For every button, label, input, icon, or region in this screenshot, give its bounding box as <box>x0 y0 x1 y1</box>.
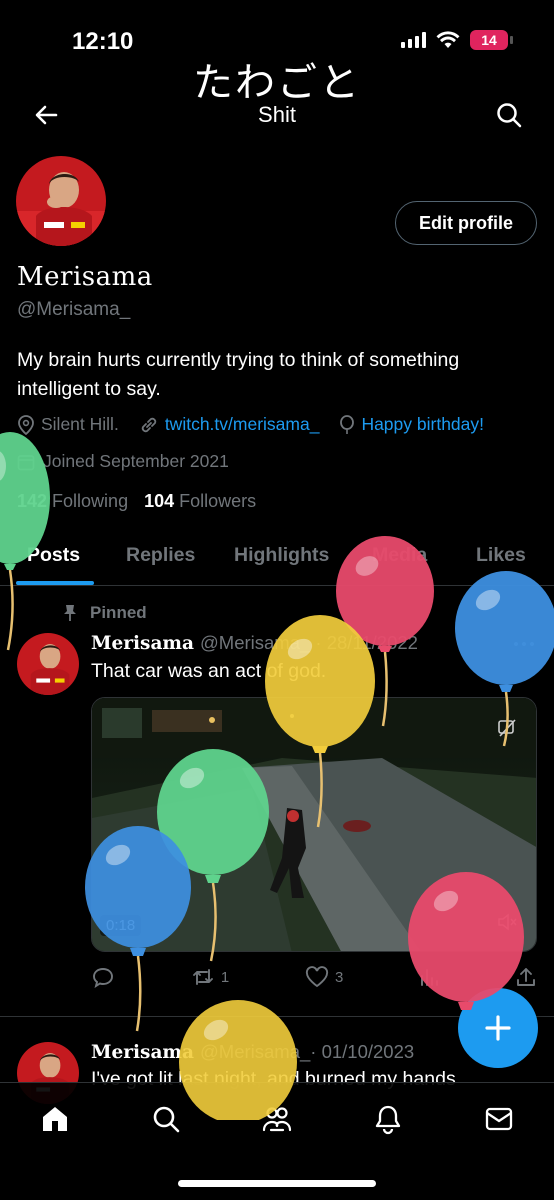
video-duration: 0:18 <box>100 915 142 936</box>
reply-icon <box>93 968 113 988</box>
active-tab-indicator <box>16 581 94 585</box>
tab-posts[interactable]: Posts <box>27 544 80 567</box>
compose-button[interactable] <box>458 988 538 1068</box>
post-date[interactable]: · 01/10/2023 <box>310 1041 414 1062</box>
pin-icon <box>64 605 76 621</box>
post-author-name[interactable]: Merisama <box>91 633 194 654</box>
like-button[interactable]: 3 <box>305 966 343 988</box>
search-icon[interactable] <box>494 100 524 130</box>
status-icons: 14 <box>401 30 513 50</box>
profile-handle: @Merisama_ <box>17 299 131 320</box>
wifi-icon <box>436 31 460 48</box>
post-header: Merisama @Merisama_ · 28/11/2022 <box>91 632 418 654</box>
post-text: That car was an act of god. <box>91 660 327 682</box>
profile-tabs: Posts Replies Highlights Media Likes <box>0 530 554 586</box>
location-text: Silent Hill. <box>41 414 119 434</box>
profile-bio: My brain hurts currently trying to think… <box>17 349 460 400</box>
home-icon[interactable] <box>39 1103 71 1135</box>
joined-text: Joined September 2021 <box>43 451 229 471</box>
cellular-signal-icon <box>401 32 426 48</box>
post-author-name[interactable]: Merisama <box>91 1042 194 1063</box>
retweet-icon <box>192 969 213 985</box>
post-author-handle[interactable]: @Merisama_ <box>200 1041 310 1062</box>
like-count: 3 <box>335 968 344 986</box>
following-label: Following <box>52 491 129 511</box>
retweet-button[interactable]: 1 <box>191 967 229 987</box>
share-button[interactable] <box>515 966 537 988</box>
reply-button[interactable] <box>91 966 115 988</box>
display-name: Merisama <box>17 262 153 292</box>
pinned-text: Pinned <box>90 603 147 622</box>
joined-date: Joined September 2021 <box>17 451 229 472</box>
compose-plus-icon <box>485 1015 511 1041</box>
post-date[interactable]: · 28/11/2022 <box>315 632 418 653</box>
post-video[interactable] <box>91 697 537 952</box>
calendar-icon <box>17 454 35 470</box>
edit-profile-button[interactable]: Edit profile <box>395 201 537 245</box>
followers-label: Followers <box>179 491 257 511</box>
post-header: Merisama @Merisama_· 01/10/2023 <box>91 1041 414 1063</box>
link-icon <box>141 417 156 432</box>
explore-icon[interactable] <box>150 1103 182 1135</box>
share-icon <box>517 968 535 986</box>
heart-icon <box>305 966 329 988</box>
messages-icon[interactable] <box>483 1103 515 1135</box>
website-link[interactable]: twitch.tv/merisama_ <box>165 414 320 435</box>
followers-count: 104 <box>144 491 175 511</box>
pinned-label: Pinned <box>62 603 147 623</box>
profile-meta: Silent Hill. twitch.tv/merisama_ Happy b… <box>17 414 504 435</box>
followers-link[interactable]: 104 Followers <box>144 491 256 512</box>
post-avatar[interactable] <box>17 633 79 695</box>
website-item[interactable]: twitch.tv/merisama_ <box>139 414 320 435</box>
home-indicator <box>178 1180 376 1187</box>
tab-media[interactable]: Media <box>372 544 427 567</box>
post-actions: 1 3 <box>91 962 537 992</box>
views-icon <box>421 969 439 986</box>
location-pin-icon <box>18 414 34 435</box>
following-link[interactable]: 142 Following <box>17 491 128 512</box>
notifications-icon[interactable] <box>372 1103 404 1135</box>
back-arrow-icon[interactable] <box>30 100 62 130</box>
balloon-icon <box>340 414 355 434</box>
more-options-icon[interactable] <box>512 636 536 652</box>
page-title: Shit <box>258 102 296 127</box>
location-item: Silent Hill. <box>17 414 119 435</box>
tab-likes[interactable]: Likes <box>476 544 526 567</box>
follow-stats: 142 Following 104 Followers <box>17 491 256 512</box>
communities-icon[interactable] <box>261 1103 293 1135</box>
tab-highlights[interactable]: Highlights <box>234 544 329 567</box>
profile-avatar[interactable] <box>16 156 106 246</box>
account-title: たわごと <box>193 60 361 106</box>
sensitive-media-icon[interactable] <box>497 718 517 738</box>
birthday-item[interactable]: Happy birthday! <box>339 414 484 435</box>
mute-icon[interactable] <box>497 913 517 931</box>
post-author-handle[interactable]: @Merisama_ <box>200 632 310 653</box>
following-count: 142 <box>17 491 48 511</box>
battery-icon: 14 <box>470 30 513 50</box>
retweet-count: 1 <box>220 968 230 986</box>
views-button[interactable] <box>419 967 439 987</box>
tab-replies[interactable]: Replies <box>126 544 195 567</box>
birthday-link[interactable]: Happy birthday! <box>361 414 484 435</box>
